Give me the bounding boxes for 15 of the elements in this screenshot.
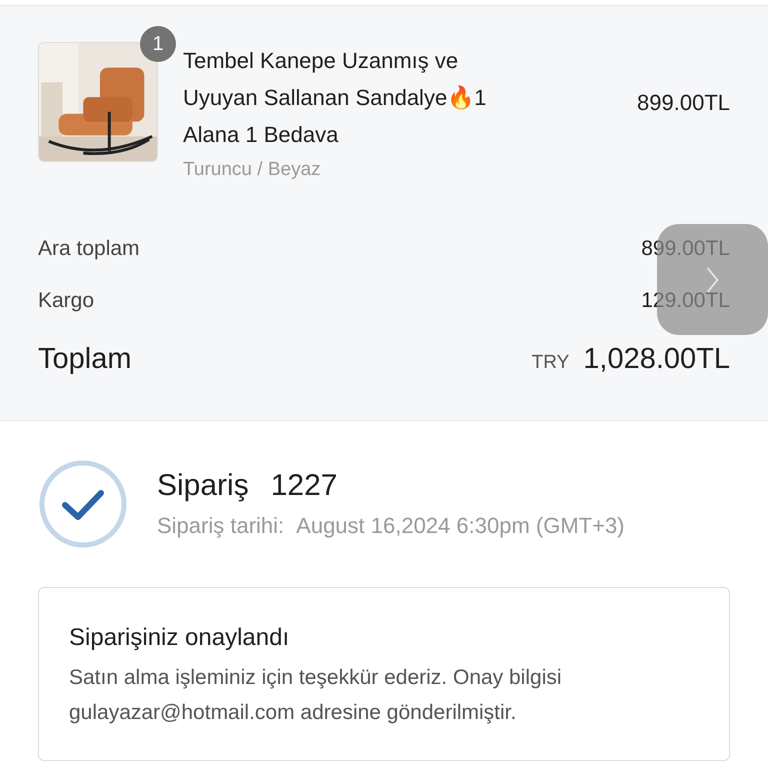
summary-label: Kargo (38, 289, 94, 313)
product-title: Tembel Kanepe Uzanmış ve Uyuyan Sallanan Sandalye🔥1 Alana 1 Bedava (183, 47, 488, 149)
confirmation-message: Satın alma işleminiz için teşekkür ederiz. Onay bilgisi gulayazar@hotmail.com adresine gönderilmiştir. (69, 665, 563, 726)
order-date: August 16,2024 6:30pm (GMT+3) (296, 513, 625, 538)
currency-code: TRY (532, 352, 570, 374)
quantity-badge: 1 (140, 26, 176, 62)
order-title: Sipariş (157, 469, 249, 502)
order-date-label: Sipariş tarihi: (157, 513, 284, 538)
order-number: 1227 (270, 469, 338, 502)
product-variant: Turuncu / Beyaz (183, 159, 322, 181)
summary-label: Ara toplam (38, 237, 140, 261)
total-label: Toplam (38, 343, 132, 376)
total-value: 1,028.00TL (583, 343, 730, 376)
product-price: 899.00TL (637, 90, 730, 116)
confirmation-heading: Siparişiniz onaylandı (69, 624, 290, 652)
